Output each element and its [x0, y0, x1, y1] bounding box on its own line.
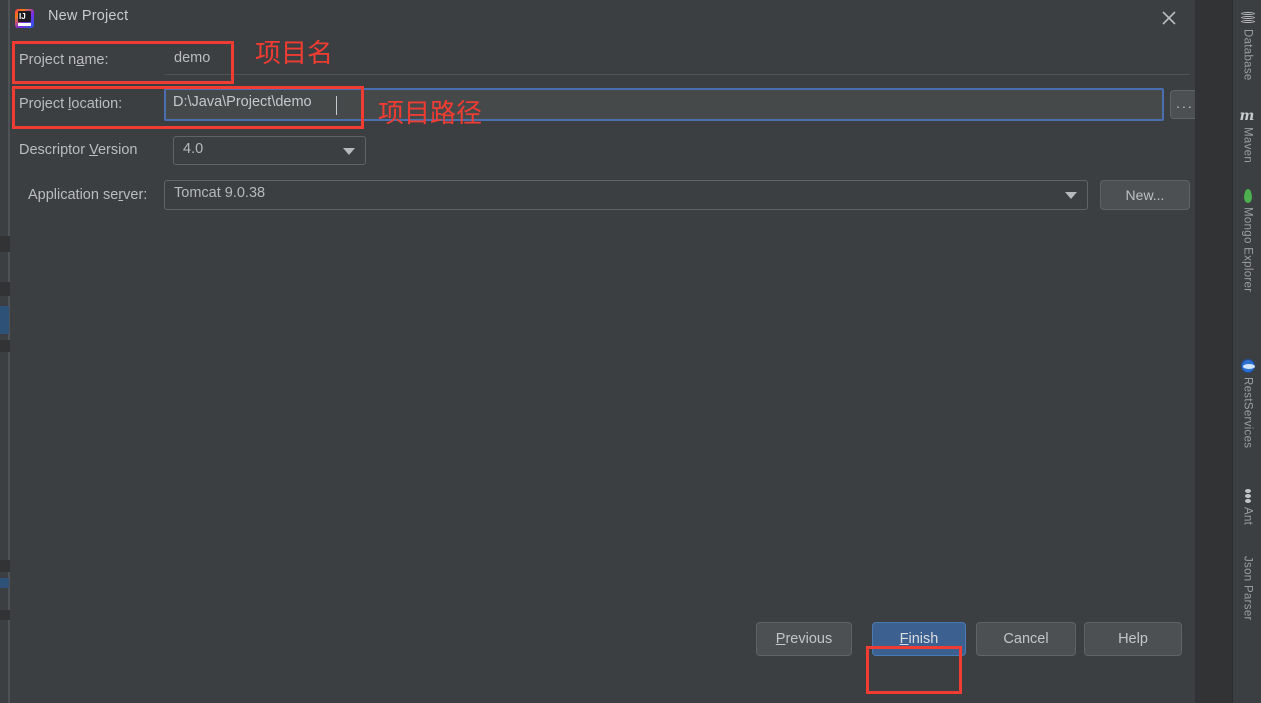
descriptor-version-select[interactable]: 4.0: [173, 136, 366, 165]
project-location-input[interactable]: D:\Java\Project\demo: [164, 88, 1164, 121]
text-caret: [336, 96, 337, 115]
right-toolstrip: Database m Maven Mongo Explorer RestServ…: [1232, 0, 1261, 703]
dialog-title: New Project: [48, 8, 129, 24]
annotation-text-project-location: 项目路径: [378, 99, 483, 129]
ant-icon: [1240, 488, 1256, 504]
close-icon[interactable]: [1155, 4, 1183, 32]
chevron-down-icon: [1065, 192, 1077, 199]
application-server-label: Application server:: [28, 187, 148, 203]
screen: IJ New Project Project name: demo Projec…: [0, 0, 1261, 703]
application-server-value: Tomcat 9.0.38: [174, 185, 266, 201]
application-server-select[interactable]: Tomcat 9.0.38: [164, 180, 1088, 210]
mongo-leaf-icon: [1240, 188, 1256, 204]
project-location-row: Project location: D:\Java\Project\demo .…: [10, 88, 1200, 122]
cancel-button[interactable]: Cancel: [976, 622, 1076, 656]
maven-icon: m: [1239, 108, 1255, 124]
tool-json-parser[interactable]: Json Parser: [1233, 556, 1261, 621]
globe-icon: [1240, 358, 1256, 374]
project-name-row: Project name: demo: [10, 44, 1195, 76]
annotation-text-project-name: 项目名: [255, 39, 334, 69]
tool-maven[interactable]: m Maven: [1233, 108, 1261, 163]
background-window-sliver: [0, 0, 10, 703]
descriptor-version-value: 4.0: [183, 141, 204, 157]
project-name-value: demo: [174, 50, 211, 66]
intellij-idea-icon: IJ: [15, 9, 34, 28]
toolstrip-gap: [1195, 0, 1232, 703]
tool-rest-services[interactable]: RestServices: [1233, 358, 1261, 448]
project-location-value: D:\Java\Project\demo: [173, 94, 312, 110]
project-name-label: Project name:: [19, 52, 109, 68]
tool-database[interactable]: Database: [1233, 10, 1261, 81]
database-icon: [1240, 10, 1256, 26]
new-project-dialog: IJ New Project Project name: demo Projec…: [10, 0, 1200, 703]
new-server-button[interactable]: New...: [1100, 180, 1190, 210]
dialog-titlebar: IJ New Project: [10, 0, 1195, 36]
tool-ant[interactable]: Ant: [1233, 488, 1261, 525]
application-server-row: Application server: Tomcat 9.0.38 New...: [10, 180, 1195, 212]
project-location-label: Project location:: [19, 96, 123, 112]
help-button[interactable]: Help: [1084, 622, 1182, 656]
descriptor-version-row: Descriptor Version 4.0: [10, 136, 1195, 166]
finish-button[interactable]: Finish: [872, 622, 966, 656]
descriptor-version-label: Descriptor Version: [19, 142, 138, 158]
chevron-down-icon: [343, 147, 355, 155]
previous-button[interactable]: Previous: [756, 622, 852, 656]
tool-mongo-explorer[interactable]: Mongo Explorer: [1233, 188, 1261, 292]
